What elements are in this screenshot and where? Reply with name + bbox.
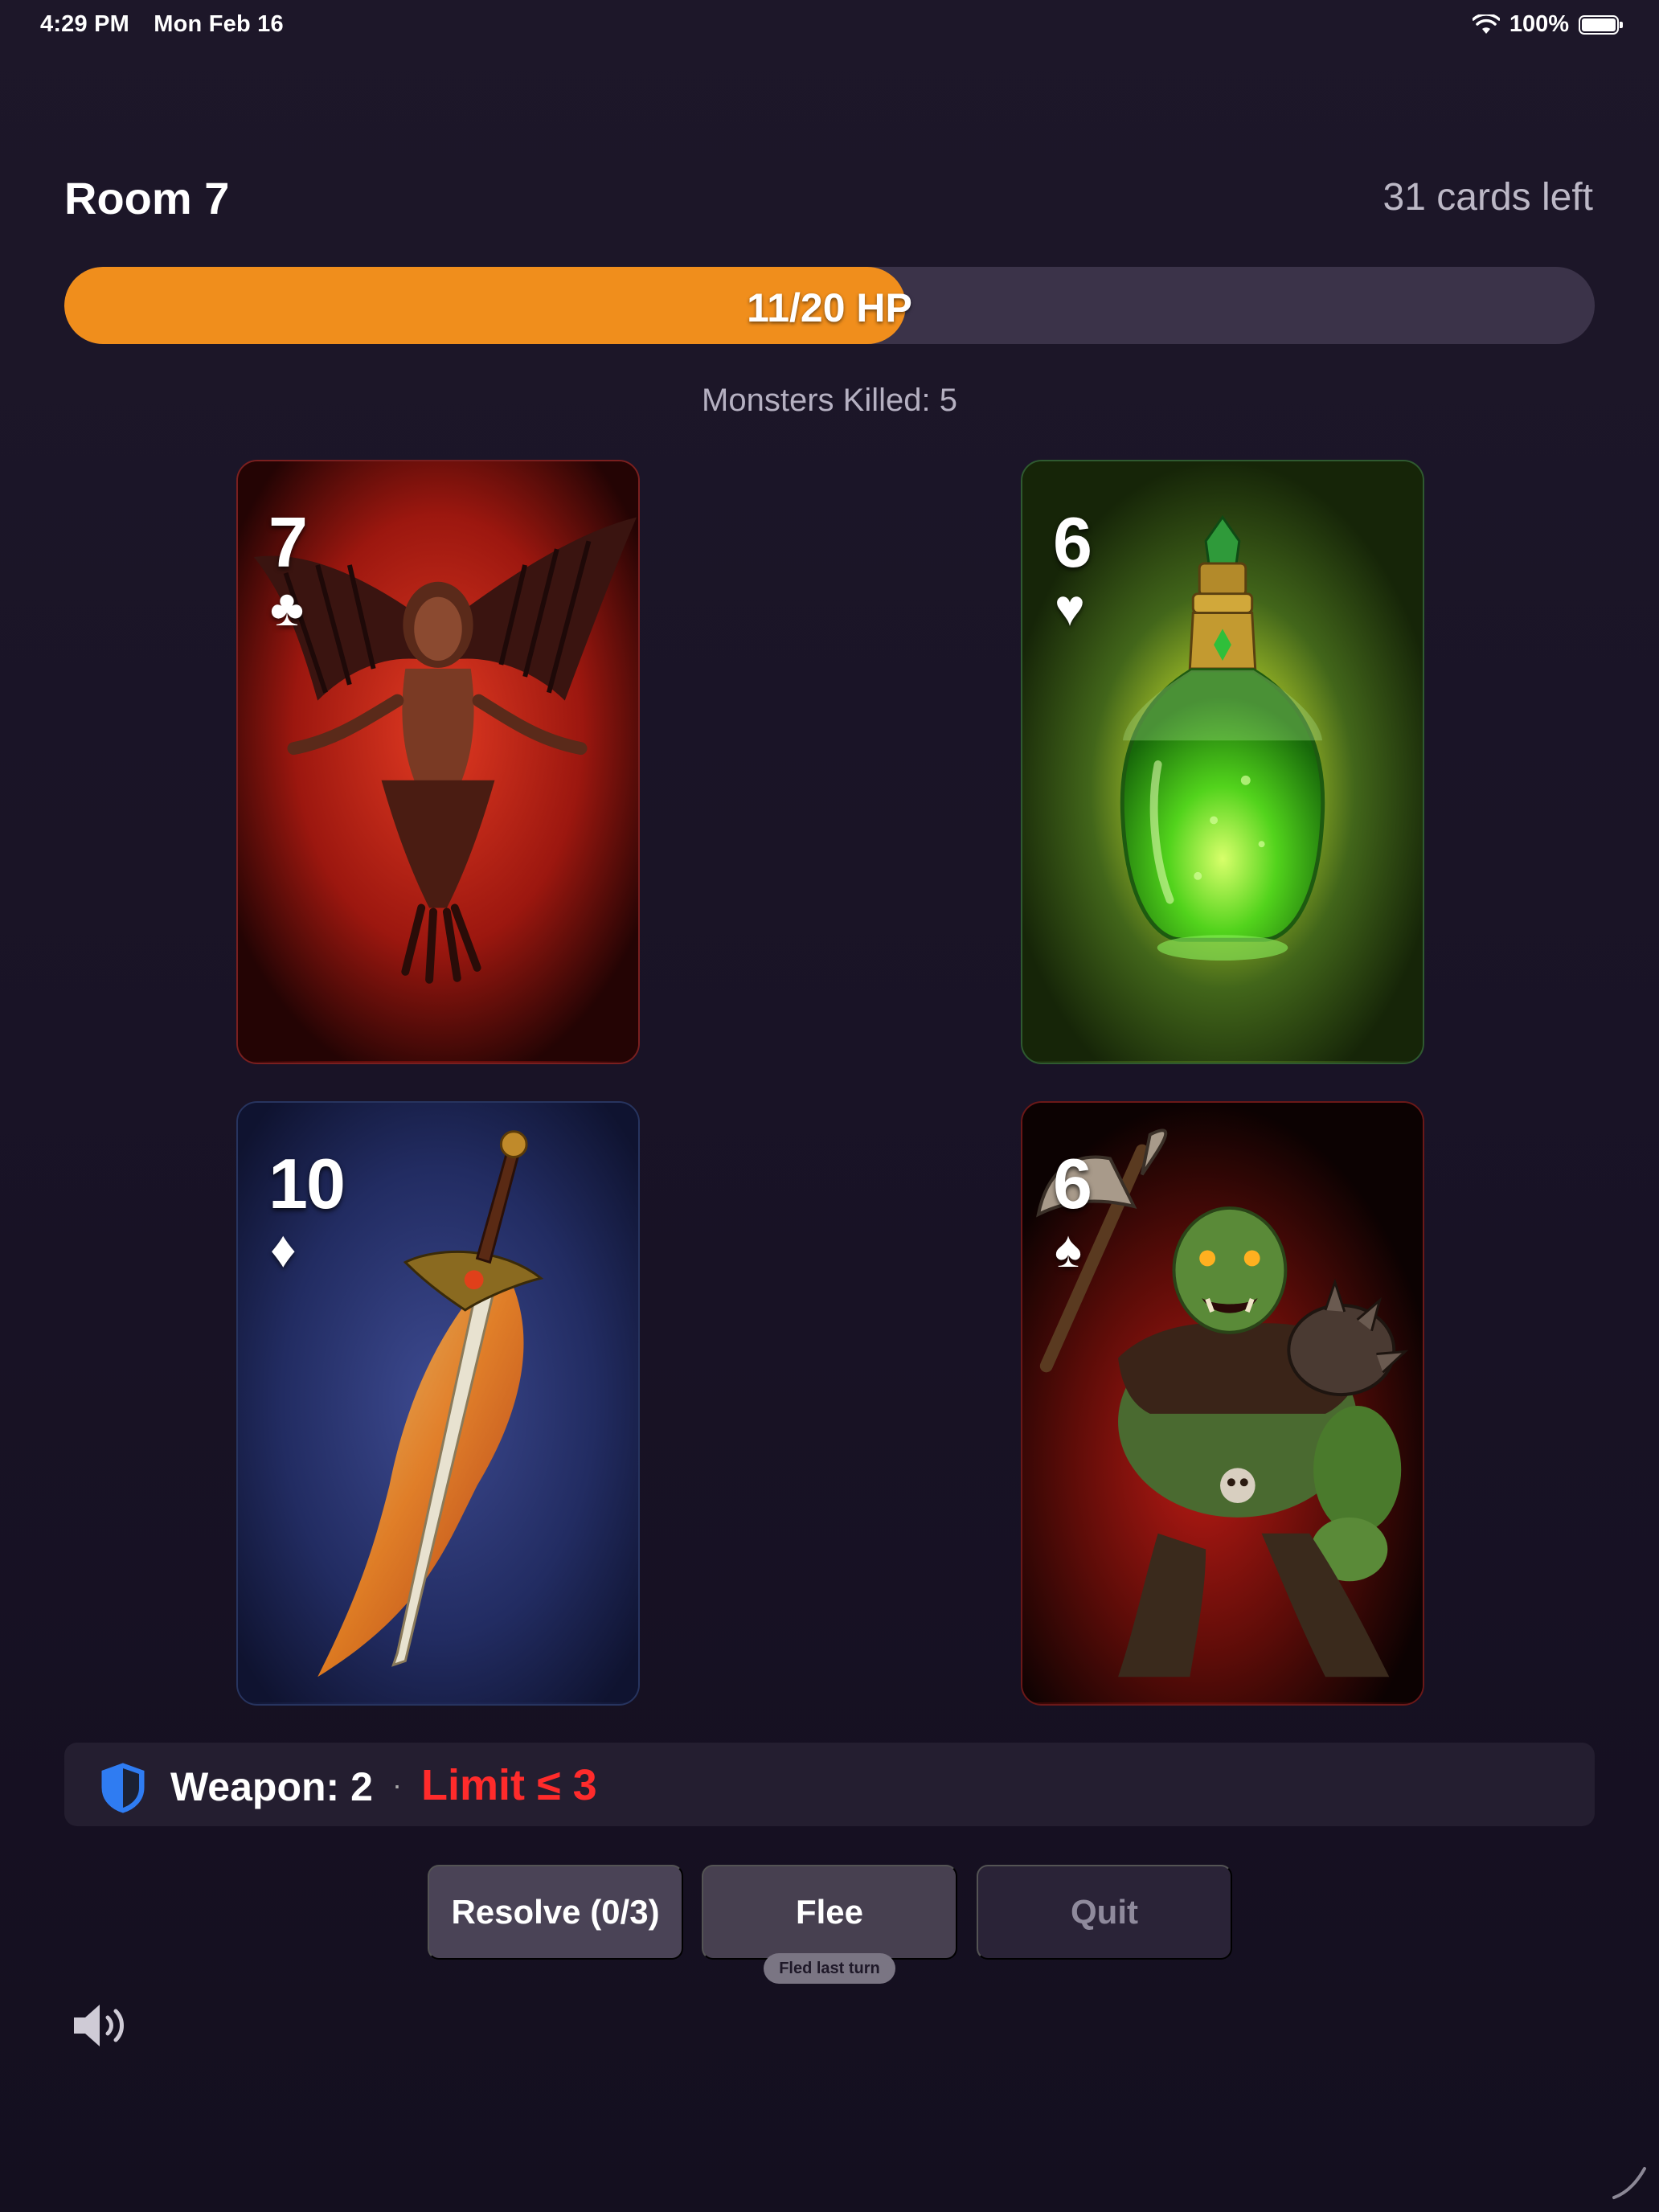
card-orc-warrior[interactable]: 6 ♠: [1021, 1101, 1424, 1706]
battery-full-icon: [1579, 14, 1623, 35]
status-date: Mon Feb 16: [154, 11, 284, 37]
room-title: Room 7: [64, 173, 230, 223]
card-flaming-sword[interactable]: 10 ♦: [236, 1101, 640, 1706]
game-screen: 4:29 PM Mon Feb 16 100% Room 7 31 cards …: [0, 0, 1659, 2212]
diamonds-icon: ♦: [270, 1220, 297, 1278]
quit-button[interactable]: Quit: [977, 1865, 1232, 1960]
status-indicators: 100%: [1472, 11, 1623, 38]
clubs-icon: ♣: [270, 579, 304, 637]
card-value: 10: [268, 1144, 346, 1223]
card-value: 6: [1053, 1144, 1092, 1223]
status-time: 4:29 PM: [40, 11, 129, 37]
weapon-limit: Limit ≤ 3: [421, 1761, 597, 1809]
separator-dot: ·: [392, 1768, 402, 1801]
resolve-button[interactable]: Resolve (0/3): [428, 1865, 683, 1960]
battery-percent: 100%: [1509, 11, 1569, 37]
hearts-icon: ♥: [1055, 579, 1085, 637]
flee-button[interactable]: Flee: [702, 1865, 957, 1960]
weapon-label: Weapon: 2: [170, 1764, 373, 1809]
fled-last-turn-badge: Fled last turn: [764, 1953, 895, 1984]
status-time-date: 4:29 PM Mon Feb 16: [40, 11, 301, 38]
wifi-icon: [1472, 14, 1500, 34]
hp-label: 11/20 HP: [747, 285, 912, 330]
cards-left-count: 31 cards left: [1382, 176, 1593, 219]
hp-bar: 11/20 HP: [64, 267, 1595, 344]
pencil-stroke-icon: [1612, 2167, 1646, 2199]
card-value: 7: [268, 502, 308, 582]
spades-icon: ♠: [1055, 1220, 1082, 1278]
speaker-icon[interactable]: [71, 2000, 133, 2051]
card-harpy-monster[interactable]: 7 ♣: [236, 460, 640, 1064]
status-bar: 4:29 PM Mon Feb 16 100%: [0, 0, 1659, 51]
card-value: 6: [1053, 502, 1092, 582]
weapon-status-bar: Weapon: 2 · Limit ≤ 3: [64, 1743, 1595, 1826]
shield-icon: [101, 1763, 145, 1813]
monsters-killed: Monsters Killed: 5: [702, 383, 957, 418]
card-green-potion[interactable]: 6 ♥: [1021, 460, 1424, 1064]
